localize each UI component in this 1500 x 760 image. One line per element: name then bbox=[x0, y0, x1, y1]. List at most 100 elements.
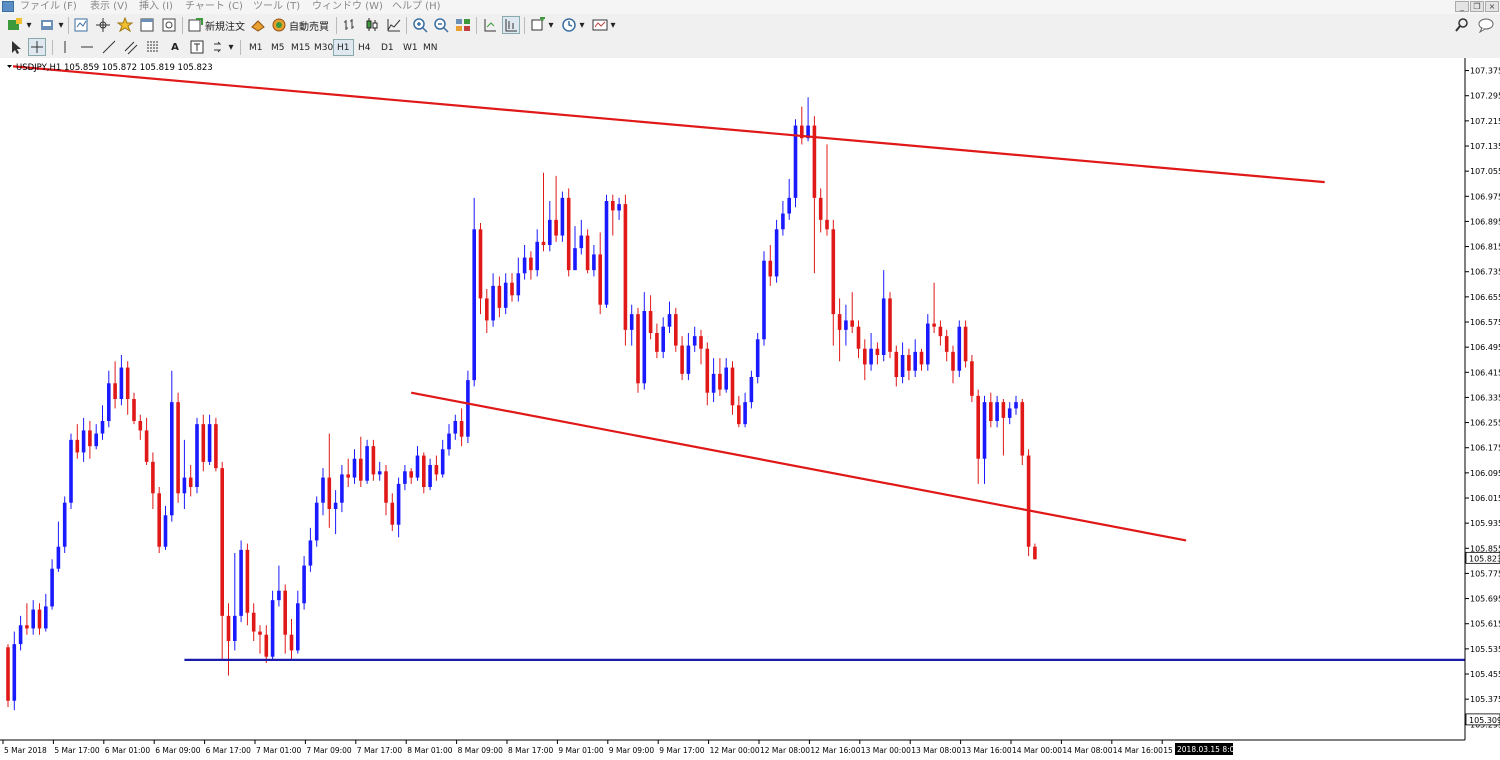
trendline-upper-resistance[interactable] bbox=[7, 64, 1325, 184]
candle-body bbox=[422, 455, 426, 487]
candle bbox=[749, 370, 754, 409]
time-label: 5 Mar 2018 bbox=[4, 746, 47, 755]
candle-body bbox=[604, 201, 609, 305]
candle-body bbox=[674, 314, 678, 346]
candle bbox=[667, 301, 672, 333]
minimize-icon[interactable]: _ bbox=[1455, 1, 1469, 12]
price-chart[interactable]: 107.375 107.295 107.215 107.135 107.055 106.9… bbox=[0, 58, 1500, 760]
menu-view[interactable]: 表示 (V) bbox=[90, 0, 128, 14]
candle bbox=[743, 392, 747, 428]
new-chart-icon[interactable] bbox=[6, 16, 24, 34]
market-watch-icon[interactable] bbox=[72, 16, 90, 34]
time-label: 9 Mar 01:00 bbox=[558, 746, 604, 755]
tile-windows-icon[interactable] bbox=[454, 16, 472, 34]
timeframe-h1[interactable]: H1 bbox=[333, 39, 354, 56]
timeframe-mn[interactable]: MN bbox=[420, 39, 441, 56]
periodicity-icon[interactable] bbox=[560, 16, 578, 34]
timeframe-m5[interactable]: M5 bbox=[268, 39, 288, 56]
candle bbox=[875, 342, 880, 365]
candle bbox=[737, 395, 741, 428]
candlestick-chart-icon[interactable] bbox=[363, 16, 381, 34]
candle-body bbox=[516, 273, 521, 296]
horizontal-line-icon[interactable] bbox=[78, 38, 96, 56]
equidistant-channel-icon[interactable] bbox=[122, 38, 140, 56]
chevron-down-icon[interactable]: ▾ bbox=[56, 16, 66, 34]
data-window-icon[interactable] bbox=[94, 16, 112, 34]
menu-file[interactable]: ファイル (F) bbox=[20, 0, 77, 14]
menu-chart[interactable]: チャート (C) bbox=[185, 0, 243, 14]
candle bbox=[617, 197, 621, 220]
candle bbox=[1033, 543, 1037, 560]
candle-body bbox=[554, 219, 558, 236]
timeframe-d1[interactable]: D1 bbox=[378, 39, 397, 56]
candle bbox=[510, 273, 514, 302]
trendline-lower-support[interactable] bbox=[410, 391, 1187, 542]
timeframe-m15[interactable]: M15 bbox=[288, 39, 313, 56]
line-chart-icon[interactable] bbox=[385, 16, 403, 34]
price-label: 106.495 bbox=[1470, 343, 1500, 352]
zoom-out-icon[interactable] bbox=[432, 16, 450, 34]
candle bbox=[18, 615, 23, 651]
candle-body bbox=[113, 383, 117, 399]
candle-body bbox=[491, 285, 495, 321]
candle bbox=[623, 194, 628, 346]
cursor-icon[interactable] bbox=[6, 38, 24, 56]
candle-body bbox=[245, 549, 250, 613]
timeframe-m1[interactable]: M1 bbox=[246, 39, 266, 56]
candle-body bbox=[207, 424, 212, 462]
bar-chart-icon[interactable] bbox=[341, 16, 359, 34]
terminal-icon[interactable] bbox=[138, 16, 156, 34]
close-icon[interactable]: × bbox=[1485, 1, 1499, 12]
time-label: 14 Mar 08:00 bbox=[1062, 746, 1112, 755]
templates-icon[interactable] bbox=[591, 16, 609, 34]
candle bbox=[371, 439, 376, 481]
auto-scroll-icon[interactable] bbox=[502, 16, 520, 34]
indicators-icon[interactable] bbox=[529, 16, 547, 34]
chevron-down-icon[interactable]: ▾ bbox=[608, 16, 618, 34]
chevron-down-icon[interactable]: ▾ bbox=[24, 16, 34, 34]
strategy-tester-icon[interactable] bbox=[160, 16, 178, 34]
chart-shift-icon[interactable] bbox=[481, 16, 499, 34]
timeframe-h4[interactable]: H4 bbox=[355, 39, 374, 56]
candle bbox=[359, 436, 363, 487]
restore-icon[interactable]: ❐ bbox=[1470, 1, 1484, 12]
menu-insert[interactable]: 挿入 (I) bbox=[139, 0, 173, 14]
candle bbox=[182, 439, 187, 509]
candle-body bbox=[579, 235, 584, 249]
timeframe-w1[interactable]: W1 bbox=[400, 39, 421, 56]
chevron-down-icon[interactable]: ▾ bbox=[226, 38, 236, 56]
menu-tools[interactable]: ツール (T) bbox=[253, 0, 300, 14]
metaeditor-icon[interactable] bbox=[249, 16, 267, 34]
candle bbox=[686, 333, 691, 381]
menu-window[interactable]: ウィンドウ (W) bbox=[312, 0, 383, 14]
candle bbox=[44, 593, 48, 632]
text-tool-icon[interactable]: A bbox=[166, 38, 184, 56]
candle bbox=[907, 348, 911, 381]
chevron-down-icon[interactable]: ▾ bbox=[546, 16, 556, 34]
chat-icon[interactable] bbox=[1477, 16, 1495, 34]
zoom-in-icon[interactable] bbox=[411, 16, 429, 34]
chevron-down-icon[interactable]: ▾ bbox=[577, 16, 587, 34]
navigator-icon[interactable] bbox=[116, 16, 134, 34]
new-order-button[interactable]: 新規注文 bbox=[202, 16, 248, 34]
text-label-icon[interactable] bbox=[188, 38, 206, 56]
trendline-icon[interactable] bbox=[100, 38, 118, 56]
candle bbox=[56, 521, 61, 572]
candle bbox=[12, 631, 17, 711]
candle bbox=[774, 219, 779, 283]
candle bbox=[1007, 402, 1012, 425]
time-label: 9 Mar 09:00 bbox=[609, 746, 655, 755]
candle bbox=[793, 119, 798, 208]
candle-body bbox=[1020, 402, 1025, 456]
crosshair-icon[interactable] bbox=[28, 38, 46, 56]
price-label: 105.615 bbox=[1470, 620, 1500, 629]
time-label: 7 Mar 01:00 bbox=[256, 746, 302, 755]
fibonacci-icon[interactable] bbox=[144, 38, 162, 56]
menu-help[interactable]: ヘルプ (H) bbox=[392, 0, 441, 14]
profiles-icon[interactable] bbox=[38, 16, 56, 34]
chart-window[interactable]: 107.375 107.295 107.215 107.135 107.055 106.9… bbox=[0, 58, 1500, 760]
search-icon[interactable] bbox=[1453, 16, 1471, 34]
candle-body bbox=[749, 377, 754, 403]
vertical-line-icon[interactable] bbox=[56, 38, 74, 56]
auto-trade-button[interactable]: 自動売買 bbox=[286, 16, 332, 34]
